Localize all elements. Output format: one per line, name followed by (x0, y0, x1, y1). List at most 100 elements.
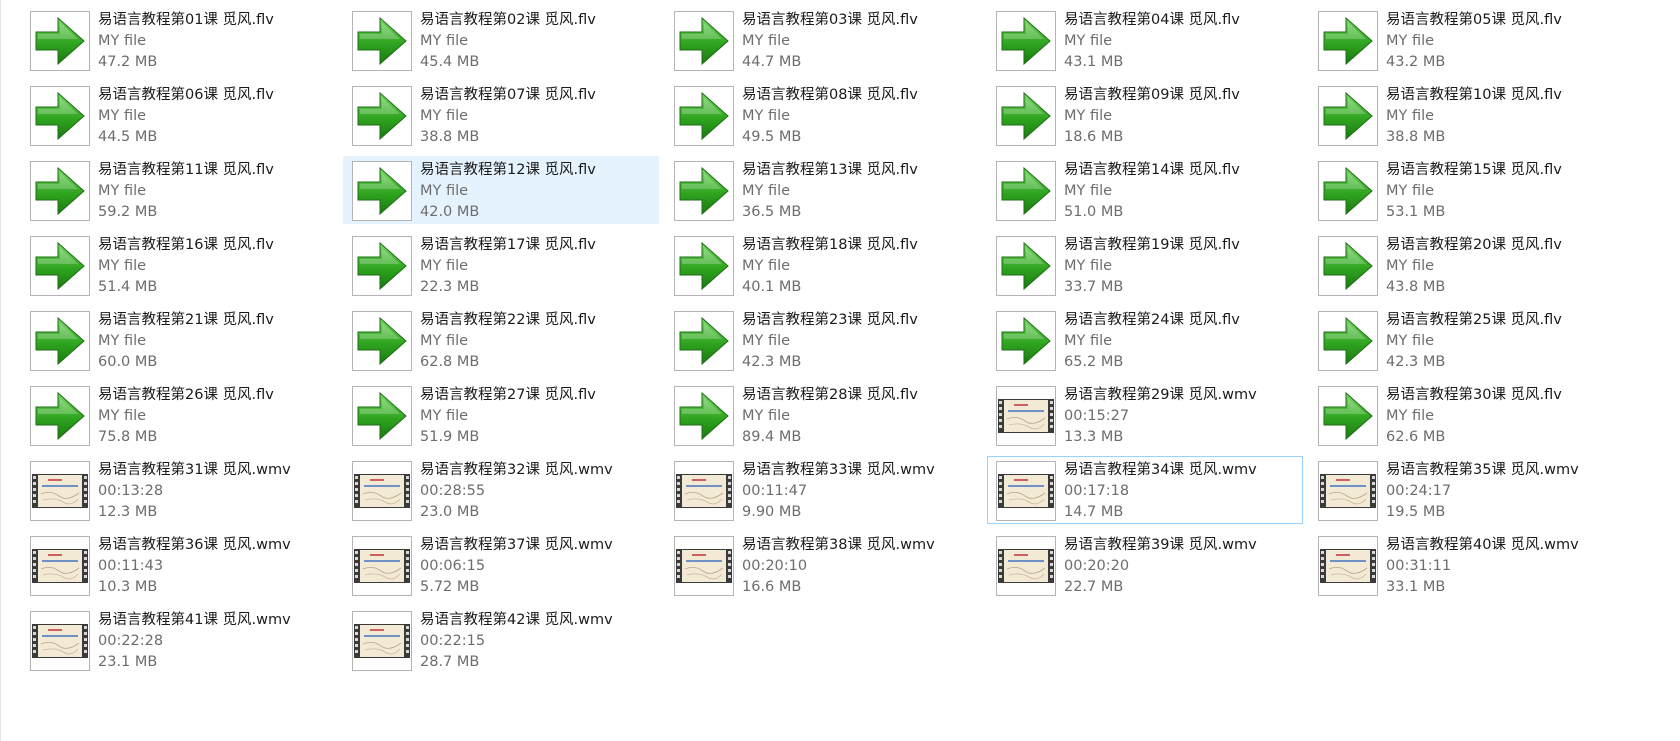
file-type: MY file (1386, 183, 1435, 199)
file-item[interactable]: 易语言教程第31课 觅风.wmv 00:13:28 12.3 MB (21, 456, 337, 524)
video-thumbnail-icon (30, 611, 90, 671)
file-size: 62.8 MB (420, 354, 480, 370)
file-size: 12.3 MB (98, 504, 158, 520)
file-item[interactable]: 易语言教程第41课 觅风.wmv 00:22:28 23.1 MB (21, 606, 337, 674)
video-thumbnail-icon (1318, 461, 1378, 521)
file-item[interactable]: 易语言教程第04课 觅风.flv MY file 43.1 MB (987, 6, 1303, 74)
file-details: 易语言教程第32课 觅风.wmv 00:28:55 23.0 MB (420, 460, 656, 523)
file-type: MY file (420, 33, 469, 49)
file-item[interactable]: 易语言教程第06课 觅风.flv MY file 44.5 MB (21, 81, 337, 149)
file-name: 易语言教程第34课 觅风.wmv (1064, 462, 1257, 478)
file-item[interactable]: 易语言教程第11课 觅风.flv MY file 59.2 MB (21, 156, 337, 224)
file-item[interactable]: 易语言教程第24课 觅风.flv MY file 65.2 MB (987, 306, 1303, 374)
file-name: 易语言教程第15课 觅风.flv (1386, 162, 1562, 178)
file-name: 易语言教程第33课 觅风.wmv (742, 462, 935, 478)
file-list-view: 易语言教程第01课 觅风.flv MY file 47.2 MB 易语言教程第02课 … (0, 0, 1680, 741)
file-name: 易语言教程第14课 觅风.flv (1064, 162, 1240, 178)
file-item[interactable]: 易语言教程第15课 觅风.flv MY file 53.1 MB (1309, 156, 1625, 224)
file-name: 易语言教程第04课 觅风.flv (1064, 12, 1240, 28)
file-item[interactable]: 易语言教程第07课 觅风.flv MY file 38.8 MB (343, 81, 659, 149)
green-arrow-icon (674, 236, 734, 296)
file-type: MY file (1386, 333, 1435, 349)
file-item[interactable]: 易语言教程第27课 觅风.flv MY file 51.9 MB (343, 381, 659, 449)
green-arrow-icon (1318, 86, 1378, 146)
file-details: 易语言教程第12课 觅风.flv MY file 42.0 MB (420, 160, 656, 223)
file-item[interactable]: 易语言教程第33课 觅风.wmv 00:11:47 9.90 MB (665, 456, 981, 524)
file-duration: 00:24:17 (1386, 483, 1452, 499)
file-item[interactable]: 易语言教程第22课 觅风.flv MY file 62.8 MB (343, 306, 659, 374)
file-item[interactable]: 易语言教程第16课 觅风.flv MY file 51.4 MB (21, 231, 337, 299)
file-duration: 00:31:11 (1386, 558, 1452, 574)
file-item[interactable]: 易语言教程第35课 觅风.wmv 00:24:17 19.5 MB (1309, 456, 1625, 524)
file-type: MY file (98, 333, 147, 349)
file-name: 易语言教程第22课 觅风.flv (420, 312, 596, 328)
file-item[interactable]: 易语言教程第17课 觅风.flv MY file 22.3 MB (343, 231, 659, 299)
file-name: 易语言教程第24课 觅风.flv (1064, 312, 1240, 328)
file-item[interactable]: 易语言教程第32课 觅风.wmv 00:28:55 23.0 MB (343, 456, 659, 524)
file-item[interactable]: 易语言教程第30课 觅风.flv MY file 62.6 MB (1309, 381, 1625, 449)
file-name: 易语言教程第41课 觅风.wmv (98, 612, 291, 628)
file-item[interactable]: 易语言教程第12课 觅风.flv MY file 42.0 MB (343, 156, 659, 224)
file-name: 易语言教程第05课 觅风.flv (1386, 12, 1562, 28)
green-arrow-icon (30, 161, 90, 221)
file-item[interactable]: 易语言教程第21课 觅风.flv MY file 60.0 MB (21, 306, 337, 374)
file-item[interactable]: 易语言教程第26课 觅风.flv MY file 75.8 MB (21, 381, 337, 449)
file-item[interactable]: 易语言教程第03课 觅风.flv MY file 44.7 MB (665, 6, 981, 74)
file-type: MY file (420, 408, 469, 424)
file-item[interactable]: 易语言教程第39课 觅风.wmv 00:20:20 22.7 MB (987, 531, 1303, 599)
file-item[interactable]: 易语言教程第19课 觅风.flv MY file 33.7 MB (987, 231, 1303, 299)
file-item[interactable]: 易语言教程第38课 觅风.wmv 00:20:10 16.6 MB (665, 531, 981, 599)
file-item[interactable]: 易语言教程第37课 觅风.wmv 00:06:15 5.72 MB (343, 531, 659, 599)
green-arrow-icon (30, 311, 90, 371)
file-item[interactable]: 易语言教程第34课 觅风.wmv 00:17:18 14.7 MB (987, 456, 1303, 524)
file-details: 易语言教程第41课 觅风.wmv 00:22:28 23.1 MB (98, 610, 334, 673)
file-details: 易语言教程第26课 觅风.flv MY file 75.8 MB (98, 385, 334, 448)
file-size: 42.3 MB (1386, 354, 1446, 370)
file-size: 75.8 MB (98, 429, 158, 445)
file-item[interactable]: 易语言教程第05课 觅风.flv MY file 43.2 MB (1309, 6, 1625, 74)
file-item[interactable]: 易语言教程第29课 觅风.wmv 00:15:27 13.3 MB (987, 381, 1303, 449)
file-item[interactable]: 易语言教程第01课 觅风.flv MY file 47.2 MB (21, 6, 337, 74)
file-item[interactable]: 易语言教程第09课 觅风.flv MY file 18.6 MB (987, 81, 1303, 149)
file-details: 易语言教程第06课 觅风.flv MY file 44.5 MB (98, 85, 334, 148)
file-name: 易语言教程第27课 觅风.flv (420, 387, 596, 403)
file-item[interactable]: 易语言教程第02课 觅风.flv MY file 45.4 MB (343, 6, 659, 74)
green-arrow-icon (1318, 236, 1378, 296)
file-item[interactable]: 易语言教程第28课 觅风.flv MY file 89.4 MB (665, 381, 981, 449)
file-details: 易语言教程第27课 觅风.flv MY file 51.9 MB (420, 385, 656, 448)
file-item[interactable]: 易语言教程第08课 觅风.flv MY file 49.5 MB (665, 81, 981, 149)
file-details: 易语言教程第22课 觅风.flv MY file 62.8 MB (420, 310, 656, 373)
file-item[interactable]: 易语言教程第36课 觅风.wmv 00:11:43 10.3 MB (21, 531, 337, 599)
green-arrow-icon (352, 311, 412, 371)
green-arrow-icon (674, 161, 734, 221)
file-size: 45.4 MB (420, 54, 480, 70)
green-arrow-icon (674, 386, 734, 446)
green-arrow-icon (352, 86, 412, 146)
file-name: 易语言教程第06课 觅风.flv (98, 87, 274, 103)
file-details: 易语言教程第17课 觅风.flv MY file 22.3 MB (420, 235, 656, 298)
file-details: 易语言教程第05课 觅风.flv MY file 43.2 MB (1386, 10, 1622, 73)
video-thumbnail-icon (674, 536, 734, 596)
file-name: 易语言教程第39课 觅风.wmv (1064, 537, 1257, 553)
file-item[interactable]: 易语言教程第40课 觅风.wmv 00:31:11 33.1 MB (1309, 531, 1625, 599)
file-details: 易语言教程第07课 觅风.flv MY file 38.8 MB (420, 85, 656, 148)
file-item[interactable]: 易语言教程第25课 觅风.flv MY file 42.3 MB (1309, 306, 1625, 374)
file-details: 易语言教程第11课 觅风.flv MY file 59.2 MB (98, 160, 334, 223)
file-name: 易语言教程第26课 觅风.flv (98, 387, 274, 403)
file-name: 易语言教程第29课 觅风.wmv (1064, 387, 1257, 403)
file-item[interactable]: 易语言教程第10课 觅风.flv MY file 38.8 MB (1309, 81, 1625, 149)
file-item[interactable]: 易语言教程第14课 觅风.flv MY file 51.0 MB (987, 156, 1303, 224)
file-type: MY file (1386, 258, 1435, 274)
file-size: 18.6 MB (1064, 129, 1124, 145)
file-details: 易语言教程第24课 觅风.flv MY file 65.2 MB (1064, 310, 1300, 373)
file-duration: 00:28:55 (420, 483, 486, 499)
file-item[interactable]: 易语言教程第13课 觅风.flv MY file 36.5 MB (665, 156, 981, 224)
file-name: 易语言教程第19课 觅风.flv (1064, 237, 1240, 253)
file-item[interactable]: 易语言教程第23课 觅风.flv MY file 42.3 MB (665, 306, 981, 374)
file-size: 53.1 MB (1386, 204, 1446, 220)
file-item[interactable]: 易语言教程第20课 觅风.flv MY file 43.8 MB (1309, 231, 1625, 299)
file-item[interactable]: 易语言教程第42课 觅风.wmv 00:22:15 28.7 MB (343, 606, 659, 674)
file-item[interactable]: 易语言教程第18课 觅风.flv MY file 40.1 MB (665, 231, 981, 299)
file-duration: 00:11:43 (98, 558, 164, 574)
file-size: 16.6 MB (742, 579, 802, 595)
